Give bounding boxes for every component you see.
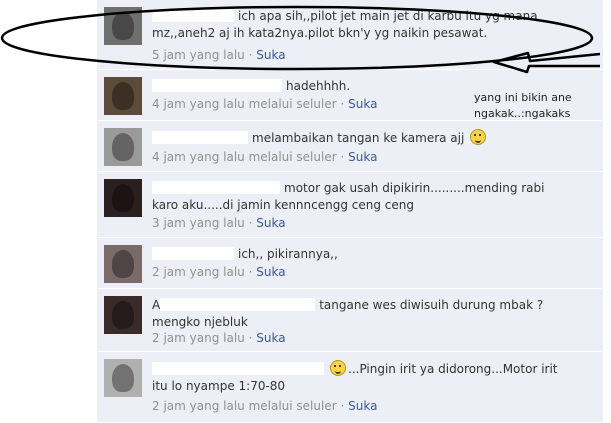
avatar[interactable]: [104, 7, 142, 45]
comment-line-2: itu lo nyampe 1:70-80: [152, 379, 286, 393]
like-link[interactable]: Suka: [256, 216, 285, 230]
separator: ·: [248, 48, 253, 62]
comment-text: ich apa sih,,pilot jet main jet di karbu…: [152, 8, 582, 42]
avatar[interactable]: [104, 245, 142, 283]
avatar[interactable]: [104, 128, 142, 166]
timestamp[interactable]: 4 jam yang lalu melalui seluler: [152, 97, 337, 111]
like-link[interactable]: Suka: [348, 97, 377, 111]
comment-meta: 2 jam yang lalu · Suka: [152, 331, 286, 345]
separator: ·: [248, 216, 253, 230]
comment-meta: 2 jam yang lalu · Suka: [152, 265, 286, 279]
commenter-name[interactable]: [152, 9, 234, 22]
comment-line-1: ...Pingin irit ya didorong...Motor irit: [348, 362, 558, 376]
avatar[interactable]: [104, 296, 142, 334]
timestamp[interactable]: 4 jam yang lalu melalui seluler: [152, 150, 337, 164]
annotation-line-1: yang ini bikin ane: [474, 91, 572, 104]
comment-line-1: motor gak usah dipikirin.........mending…: [284, 181, 545, 195]
timestamp[interactable]: 2 jam yang lalu: [152, 331, 245, 345]
like-link[interactable]: Suka: [348, 399, 377, 413]
comment-meta: 4 jam yang lalu melalui seluler · Suka: [152, 97, 377, 111]
comment-text: ich,, pikirannya,,: [152, 246, 582, 263]
comment-text: motor gak usah dipikirin.........mending…: [152, 180, 582, 214]
smiley-icon: [330, 360, 346, 376]
commenter-name[interactable]: [152, 181, 280, 194]
comment-line-1: tangane wes diwisuih durung mbak ?: [319, 298, 544, 312]
smiley-icon: [470, 129, 487, 145]
comment-item: melambaikan tangan ke kamera ajj 4 jam y…: [97, 121, 603, 172]
timestamp[interactable]: 2 jam yang lalu melalui seluler: [152, 399, 337, 413]
comment-meta: 3 jam yang lalu · Suka: [152, 216, 286, 230]
commenter-name[interactable]: [152, 362, 324, 375]
like-link[interactable]: Suka: [348, 150, 377, 164]
avatar[interactable]: [104, 179, 142, 217]
comment-item: motor gak usah dipikirin.........mending…: [97, 172, 603, 238]
commenter-name[interactable]: [160, 298, 316, 311]
comment-line-1: ich,, pikirannya,,: [238, 247, 338, 261]
like-link[interactable]: Suka: [256, 331, 285, 345]
like-link[interactable]: Suka: [256, 48, 285, 62]
separator: ·: [248, 331, 253, 345]
comment-line-2: karo aku.....di jamin kennncengg ceng ce…: [152, 198, 415, 212]
timestamp[interactable]: 2 jam yang lalu: [152, 265, 245, 279]
commenter-name[interactable]: [152, 79, 282, 92]
comment-line-1: melambaikan tangan ke kamera ajj: [252, 131, 465, 145]
comment-text: Atangane wes diwisuih durung mbak ? meng…: [152, 297, 582, 331]
separator: ·: [340, 97, 345, 111]
comment-meta: 5 jam yang lalu · Suka: [152, 48, 286, 62]
separator: ·: [248, 265, 253, 279]
comment-item: ich apa sih,,pilot jet main jet di karbu…: [97, 0, 603, 70]
comment-item: ...Pingin irit ya didorong...Motor irit …: [97, 352, 603, 423]
comment-meta: 4 jam yang lalu melalui seluler · Suka: [152, 150, 377, 164]
avatar[interactable]: [104, 77, 142, 115]
comment-line-2: mengko njebluk: [152, 315, 248, 329]
separator: ·: [340, 399, 345, 413]
comment-item: Atangane wes diwisuih durung mbak ? meng…: [97, 289, 603, 352]
commenter-name-initial[interactable]: A: [152, 298, 160, 312]
comment-line-1: hadehhhh.: [286, 79, 351, 93]
separator: ·: [340, 150, 345, 164]
commenter-name[interactable]: [152, 247, 234, 260]
comment-text: ...Pingin irit ya didorong...Motor irit …: [152, 360, 582, 395]
annotation-line-2: ngakak..:ngakaks: [474, 107, 571, 120]
avatar[interactable]: [104, 359, 142, 397]
comment-line-2: mz,,aneh2 aj ih kata2nya.pilot bkn'y yg …: [152, 26, 488, 40]
timestamp[interactable]: 3 jam yang lalu: [152, 216, 245, 230]
comment-text: melambaikan tangan ke kamera ajj: [152, 129, 582, 147]
annotation-text: yang ini bikin ane ngakak..:ngakaks: [474, 90, 609, 122]
comment-feed: ich apa sih,,pilot jet main jet di karbu…: [97, 0, 603, 423]
comment-meta: 2 jam yang lalu melalui seluler · Suka: [152, 399, 377, 413]
comment-line-1: ich apa sih,,pilot jet main jet di karbu…: [238, 9, 538, 23]
timestamp[interactable]: 5 jam yang lalu: [152, 48, 245, 62]
comment-item: ich,, pikirannya,, 2 jam yang lalu · Suk…: [97, 238, 603, 289]
commenter-name[interactable]: [152, 131, 248, 144]
like-link[interactable]: Suka: [256, 265, 285, 279]
